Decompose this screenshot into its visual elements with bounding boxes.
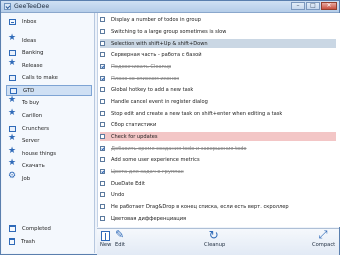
sidebar-item-skachat[interactable]: Скачать xyxy=(6,158,92,171)
window-title: GeeTeeDee xyxy=(14,3,50,10)
task-row[interactable]: Check for updates xyxy=(100,132,336,141)
task-checkbox[interactable] xyxy=(100,87,105,92)
task-checkbox[interactable] xyxy=(100,204,105,209)
folder-icon xyxy=(9,49,16,56)
compact-icon xyxy=(319,228,329,242)
app-window: GeeTeeDee – □ ✕ Inbox Ideas Banking Rele… xyxy=(0,0,340,255)
star-icon xyxy=(8,33,16,44)
bottom-toolbar: New Edit Cleanup Compact xyxy=(97,228,339,255)
sidebar-item-trash[interactable]: Trash xyxy=(6,236,92,247)
task-row[interactable]: Global hotkey to add a new task xyxy=(100,85,336,94)
sidebar-item-crunchers[interactable]: Crunchers xyxy=(6,123,92,134)
task-row[interactable]: DueDate Edit xyxy=(100,179,336,188)
sidebar-item-calls-to-make[interactable]: Calls to make xyxy=(6,72,92,83)
sidebar-item-to-buy[interactable]: To buy xyxy=(6,95,92,108)
task-row[interactable]: Серверная часть - работа с базой xyxy=(100,50,336,59)
folder-icon xyxy=(10,87,17,94)
task-row[interactable]: Подсвечивать Cleanup xyxy=(100,62,336,71)
task-checkbox[interactable] xyxy=(100,52,105,57)
gear-icon xyxy=(8,171,16,182)
task-checkbox[interactable] xyxy=(100,76,105,81)
task-checkbox[interactable] xyxy=(100,134,105,139)
task-row[interactable]: Не работает Drag&Drop в конец списка, ес… xyxy=(100,202,336,211)
task-row[interactable]: Undo xyxy=(100,190,336,199)
star-icon xyxy=(8,158,16,169)
compact-button[interactable]: Compact xyxy=(312,228,335,248)
sidebar-item-completed[interactable]: Completed xyxy=(6,223,92,234)
task-row[interactable]: Handle cancel event in register dialog xyxy=(100,97,336,106)
task-checkbox[interactable] xyxy=(100,157,105,162)
task-row[interactable]: Add some user experience metrics xyxy=(100,155,336,164)
star-icon xyxy=(8,108,16,119)
title-bar[interactable]: GeeTeeDee – □ ✕ xyxy=(1,1,339,13)
task-checkbox[interactable] xyxy=(100,181,105,186)
sidebar-item-server[interactable]: Server xyxy=(6,133,92,146)
sidebar-item-house-things[interactable]: house things xyxy=(6,146,92,159)
star-icon xyxy=(8,58,16,69)
folder-icon xyxy=(9,125,16,132)
task-row[interactable]: Цвета для задач в группах xyxy=(100,167,336,176)
task-row[interactable]: Selection with shift+Up & shift+Down xyxy=(100,39,336,48)
sidebar-item-carillon[interactable]: Carillon xyxy=(6,108,92,121)
trash-icon xyxy=(9,238,15,245)
app-icon xyxy=(4,3,11,10)
sidebar-item-release[interactable]: Release xyxy=(6,58,92,71)
inbox-icon xyxy=(9,18,16,25)
star-icon xyxy=(8,146,16,157)
task-checkbox[interactable] xyxy=(100,146,105,151)
cleanup-button[interactable]: Cleanup xyxy=(204,228,225,248)
maximize-button[interactable]: □ xyxy=(306,2,320,10)
new-task-icon xyxy=(101,231,111,241)
sidebar-item-job[interactable]: Job xyxy=(6,171,92,184)
task-checkbox[interactable] xyxy=(100,169,105,174)
star-icon xyxy=(8,95,16,106)
task-row[interactable]: Switching to a large group sometimes is … xyxy=(100,27,336,36)
new-button[interactable]: New xyxy=(100,231,111,248)
edit-button[interactable]: Edit xyxy=(115,228,125,248)
task-checkbox[interactable] xyxy=(100,17,105,22)
task-checkbox[interactable] xyxy=(100,192,105,197)
close-button[interactable]: ✕ xyxy=(321,2,337,10)
task-checkbox[interactable] xyxy=(100,64,105,69)
task-row[interactable]: Добавить время создания todo и завершени… xyxy=(100,144,336,153)
minimize-button[interactable]: – xyxy=(291,2,305,10)
sidebar: Inbox Ideas Banking Release Calls to mak… xyxy=(2,13,95,253)
folder-icon xyxy=(9,74,16,81)
pencil-icon xyxy=(115,228,125,241)
task-checkbox[interactable] xyxy=(100,122,105,127)
task-row[interactable]: Плохо со списком иконок xyxy=(100,74,336,83)
task-checkbox[interactable] xyxy=(100,99,105,104)
sidebar-item-gtd[interactable]: GTD xyxy=(6,85,92,96)
task-checkbox[interactable] xyxy=(100,111,105,116)
task-row[interactable]: Сбор статистики xyxy=(100,120,336,129)
task-checkbox[interactable] xyxy=(100,29,105,34)
task-row[interactable]: Display a number of todos in group xyxy=(100,15,336,24)
task-checkbox[interactable] xyxy=(100,41,105,46)
calendar-icon xyxy=(9,225,16,232)
task-row[interactable]: Stop edit and create a new task on shift… xyxy=(100,109,336,118)
star-icon xyxy=(8,133,16,144)
cleanup-icon xyxy=(209,228,220,242)
sidebar-item-banking[interactable]: Banking xyxy=(6,47,92,58)
sidebar-item-ideas[interactable]: Ideas xyxy=(6,33,92,46)
task-row[interactable]: Цветовая дифференциация xyxy=(100,214,336,223)
task-checkbox[interactable] xyxy=(100,216,105,221)
task-list: Display a number of todos in group Switc… xyxy=(97,13,340,227)
sidebar-item-inbox[interactable]: Inbox xyxy=(6,16,92,27)
